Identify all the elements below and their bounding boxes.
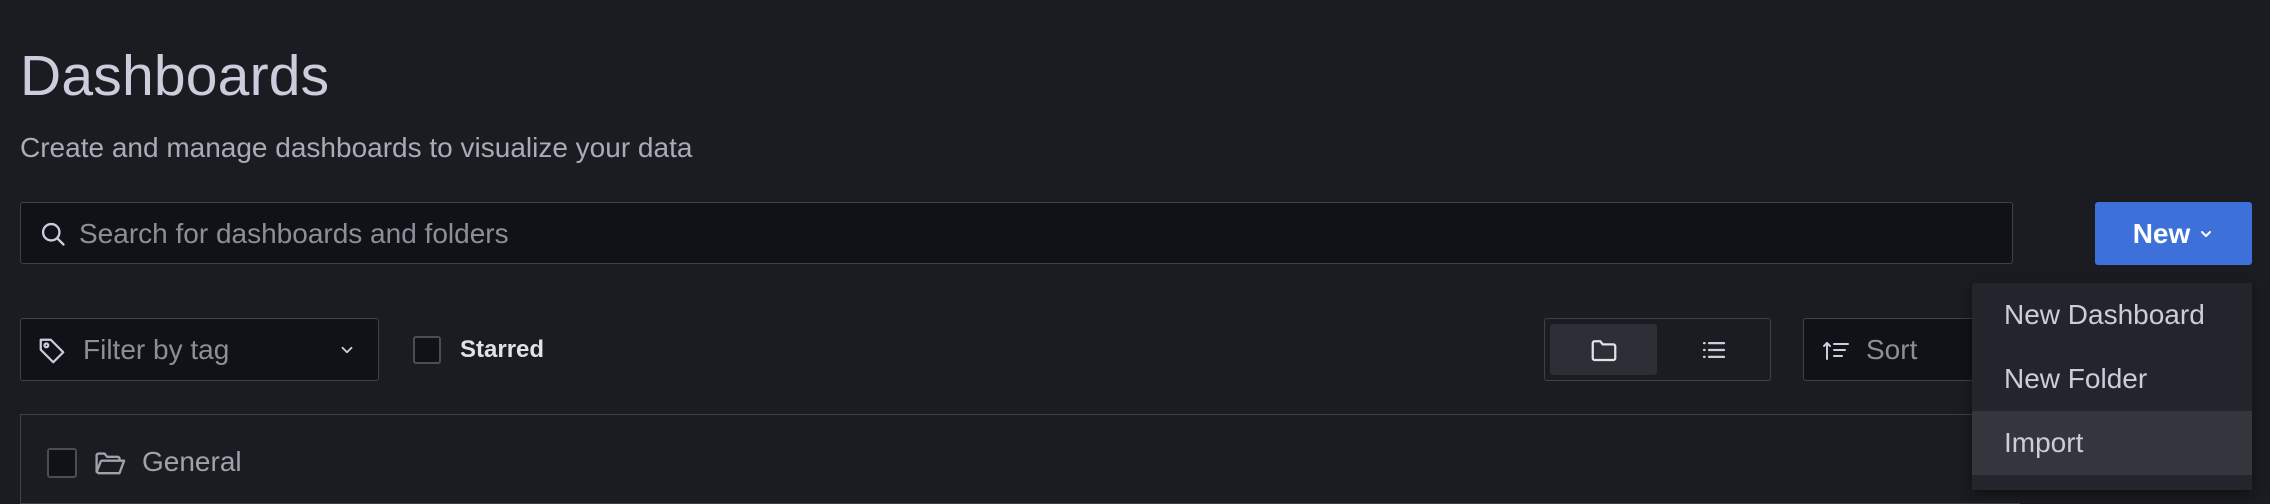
search-icon <box>41 222 65 246</box>
folder-row-checkbox[interactable] <box>47 448 77 478</box>
folder-view-button[interactable] <box>1550 324 1657 375</box>
menu-item-import[interactable]: Import <box>1972 411 2252 475</box>
tag-icon <box>39 338 65 364</box>
tag-filter-placeholder: Filter by tag <box>83 334 230 365</box>
page-subtitle: Create and manage dashboards to visualiz… <box>20 132 693 163</box>
new-button[interactable]: New <box>2095 202 2252 265</box>
chevron-down-icon <box>341 346 353 354</box>
search-input[interactable] <box>77 203 1981 265</box>
page-title: Dashboards <box>20 44 330 108</box>
sort-select[interactable]: Sort <box>1803 318 1983 381</box>
new-dropdown-menu: New Dashboard New Folder Import <box>1972 283 2252 490</box>
chevron-down-icon <box>2201 230 2212 237</box>
new-button-label: New <box>2132 217 2191 249</box>
list-view-button[interactable] <box>1662 324 1766 375</box>
sort-label: Sort <box>1866 334 1918 365</box>
search-box[interactable] <box>20 202 2013 265</box>
folder-row-label[interactable]: General <box>142 444 242 480</box>
view-mode-toggle <box>1544 318 1771 381</box>
results-panel <box>20 414 2020 504</box>
folder-open-icon <box>95 452 126 475</box>
starred-label[interactable]: Starred <box>460 334 544 366</box>
menu-item-new-folder[interactable]: New Folder <box>1972 347 2252 411</box>
menu-item-new-dashboard[interactable]: New Dashboard <box>1972 283 2252 347</box>
folder-icon <box>1591 339 1616 361</box>
starred-checkbox[interactable] <box>413 336 441 364</box>
sort-icon <box>1823 342 1849 360</box>
tag-filter-select[interactable]: Filter by tag <box>20 318 379 381</box>
list-icon <box>1702 341 1726 358</box>
